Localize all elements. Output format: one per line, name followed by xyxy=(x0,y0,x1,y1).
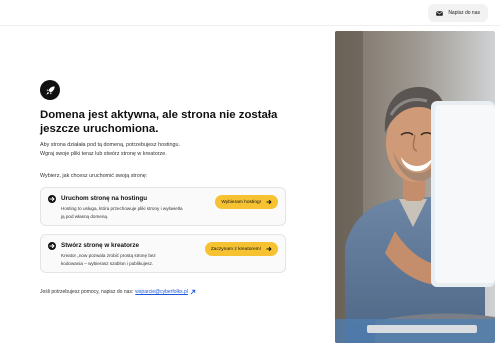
mail-icon xyxy=(436,10,444,16)
arrow-right-icon xyxy=(48,195,56,203)
choose-hosting-button[interactable]: Wybieram hosting! xyxy=(215,195,278,209)
help-line: Jeśli potrzebujesz pomocy, napisz do nas… xyxy=(40,289,196,295)
support-email-link[interactable]: wsparcie@cyberfolks.pl xyxy=(135,289,188,295)
contact-button[interactable]: Napisz do nas xyxy=(428,4,488,22)
button-label: Zaczynam z kreatorem! xyxy=(210,246,261,252)
top-bar: Napisz do nas xyxy=(0,0,500,26)
option-desc-line-2: kodowania – wybierasz szablon i publikuj… xyxy=(61,261,154,267)
intro-line-2: Wgraj swoje pliki teraz lub stwórz stron… xyxy=(40,150,167,157)
option-card-builder: Stwórz stronę w kreatorze Kreator „now p… xyxy=(40,234,286,273)
arrow-right-icon xyxy=(48,242,56,250)
option-desc-line-1: Kreator „now pozwala zrobić prostą stron… xyxy=(61,253,156,258)
intro-line-1: Aby strona działała pod tą domeną, potrz… xyxy=(40,142,180,148)
headline-line-2: jeszcze uruchomiona. xyxy=(40,123,159,135)
option-desc-line-1: Hosting to usługa, która przechowuje pli… xyxy=(61,206,183,211)
help-text: Jeśli potrzebujesz pomocy, napisz do nas… xyxy=(40,289,134,295)
arrow-right-icon xyxy=(266,199,272,205)
arrow-right-icon xyxy=(266,246,272,252)
option-card-hosting: Uruchom stronę na hostingu Hosting to us… xyxy=(40,187,286,226)
hero-photo xyxy=(335,31,495,343)
intro-text: Aby strona działała pod tą domeną, potrz… xyxy=(40,141,240,159)
choose-label: Wybierz, jak chcesz uruchomić swoją stro… xyxy=(40,173,148,179)
option-title: Stwórz stronę w kreatorze xyxy=(61,242,140,249)
contact-label: Napisz do nas xyxy=(448,10,480,16)
rocket-icon xyxy=(45,85,55,95)
start-builder-button[interactable]: Zaczynam z kreatorem! xyxy=(204,242,278,256)
external-link-icon[interactable] xyxy=(190,289,196,295)
option-description: Hosting to usługa, która przechowuje pli… xyxy=(61,205,209,221)
button-label: Wybieram hosting! xyxy=(221,199,261,205)
rocket-badge xyxy=(40,80,60,100)
page-title: Domena jest aktywna, ale strona nie zost… xyxy=(40,108,280,136)
headline-line-1: Domena jest aktywna, ale strona nie zost… xyxy=(40,109,278,121)
option-description: Kreator „now pozwala zrobić prostą stron… xyxy=(61,252,209,268)
option-title: Uruchom stronę na hostingu xyxy=(61,195,148,202)
option-desc-line-2: ją pod własną domeną. xyxy=(61,214,109,220)
